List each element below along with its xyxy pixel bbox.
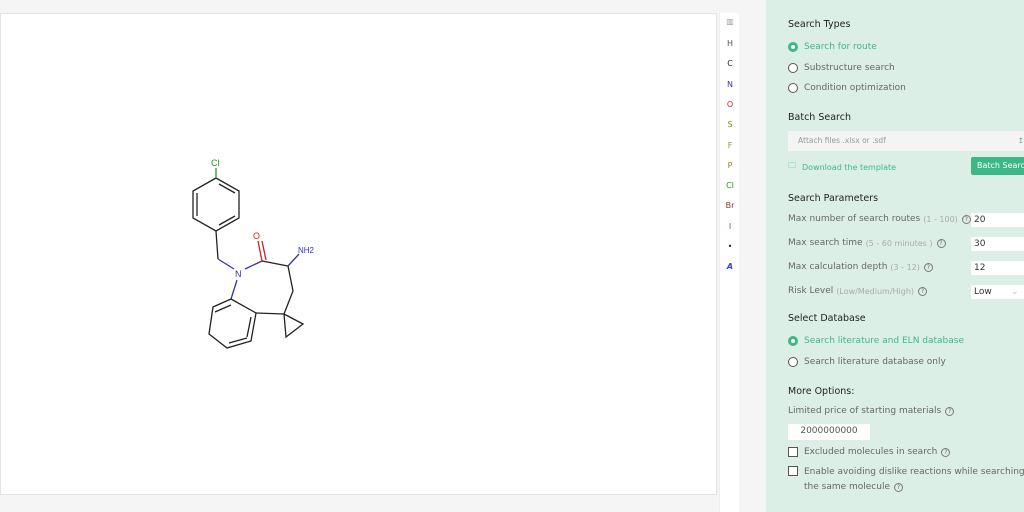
help-icon[interactable]: ? [941, 447, 951, 457]
radio-button[interactable] [788, 356, 798, 367]
excluded-molecules-checkbox[interactable]: Excluded molecules in search? [788, 447, 951, 457]
checkbox[interactable] [788, 447, 798, 457]
param-label: Max calculation depth (3 - 12)? [788, 262, 933, 272]
element-toolbar: ▥ H C N O S F P Cl Br I • A [719, 13, 739, 512]
periodic-table-icon[interactable]: ▥ [720, 17, 740, 26]
atom-n[interactable]: N [235, 269, 242, 279]
element-button-9[interactable]: I [720, 222, 740, 231]
element-button-0[interactable]: H [720, 39, 740, 48]
select-database-title: Select Database [788, 313, 866, 324]
radio-button[interactable] [788, 336, 798, 346]
avoid-label-2: the same molecule [804, 482, 891, 492]
atom-o[interactable]: O [253, 231, 260, 241]
radio-label: Condition optimization [804, 83, 906, 93]
param-label: Max search time (5 - 60 minutes )? [788, 238, 946, 248]
molecule-editor-canvas[interactable]: Cl N O NH2 [0, 13, 717, 495]
element-button-6[interactable]: P [720, 161, 740, 170]
download-template-link[interactable]: 🗀 Download the template [788, 160, 896, 174]
help-icon[interactable]: ? [945, 406, 955, 416]
search-settings-panel: Search Types Search for route Substructur… [766, 0, 1024, 512]
excluded-label: Excluded molecules in search [804, 447, 938, 457]
param-name: Max number of search routes [788, 214, 921, 224]
batch-search-title: Batch Search [788, 112, 851, 123]
radio-button[interactable] [788, 62, 798, 73]
element-button-7[interactable]: Cl [720, 181, 740, 190]
avoid-label: Enable avoiding dislike reactions while … [804, 467, 1024, 477]
element-button-3[interactable]: O [720, 100, 740, 109]
element-button-11[interactable]: A [720, 262, 740, 271]
element-button-2[interactable]: N [720, 80, 740, 89]
avoid-dislike-checkbox[interactable]: Enable avoiding dislike reactions while … [788, 465, 1024, 495]
price-input[interactable]: 2000000000 [788, 424, 870, 440]
molecule-structure[interactable]: Cl N O NH2 [1, 14, 718, 496]
risk-level-select[interactable]: Low ⌄ [971, 285, 1024, 299]
atom-nh2[interactable]: NH2 [298, 246, 315, 255]
param-input[interactable]: 20 [971, 213, 1024, 227]
param-value: Low [974, 287, 992, 297]
param-label: Risk Level (Low/Medium/High)? [788, 286, 928, 296]
attach-file-input[interactable]: Attach files .xlsx or .sdf ↥ [788, 131, 1024, 151]
param-value: 12 [974, 263, 986, 273]
param-input[interactable]: 30 [971, 237, 1024, 251]
param-hint: (3 - 12) [890, 262, 920, 272]
radio-option[interactable]: Search for route [788, 42, 877, 52]
search-parameters-title: Search Parameters [788, 193, 879, 204]
radio-label: Search literature database only [804, 356, 946, 367]
element-button-8[interactable]: Br [720, 201, 740, 210]
param-input[interactable]: 12 [971, 261, 1024, 275]
param-name: Max calculation depth [788, 262, 888, 272]
param-hint: (Low/Medium/High) [836, 286, 915, 296]
element-button-10[interactable]: • [720, 242, 740, 251]
radio-option[interactable]: Search literature database only [788, 356, 946, 367]
search-types-title: Search Types [788, 19, 851, 30]
param-value: 20 [974, 215, 986, 225]
chlorophenyl-ring [192, 177, 240, 232]
radio-label: Search for route [804, 42, 877, 52]
help-icon[interactable]: ? [936, 238, 946, 248]
element-button-4[interactable]: S [720, 120, 740, 129]
help-icon[interactable]: ? [961, 214, 971, 224]
radio-label: Substructure search [804, 62, 895, 73]
param-label: Max number of search routes (1 - 100)? [788, 214, 971, 224]
element-button-1[interactable]: C [720, 59, 740, 68]
upload-icon[interactable]: ↥ [1018, 136, 1024, 145]
more-options-title: More Options: [788, 386, 855, 397]
help-icon[interactable]: ? [894, 483, 904, 492]
param-hint: (5 - 60 minutes ) [865, 238, 933, 248]
chevron-down-icon: ⌄ [1011, 287, 1019, 297]
help-icon[interactable]: ? [923, 262, 933, 272]
folder-icon: 🗀 [788, 161, 796, 170]
param-hint: (1 - 100) [923, 214, 958, 224]
price-label-row: Limited price of starting materials? [788, 406, 955, 416]
atom-cl[interactable]: Cl [211, 158, 220, 168]
param-value: 30 [974, 239, 986, 249]
radio-label: Search literature and ELN database [804, 336, 965, 346]
radio-option[interactable]: Search literature and ELN database [788, 336, 964, 346]
element-button-5[interactable]: F [720, 141, 740, 150]
checkbox[interactable] [788, 466, 798, 476]
param-name: Max search time [788, 238, 863, 248]
batch-search-button[interactable]: Batch Search [971, 157, 1024, 175]
fused-benzene-ring [208, 298, 257, 349]
radio-option[interactable]: Condition optimization [788, 83, 906, 93]
radio-button[interactable] [788, 42, 798, 52]
help-icon[interactable]: ? [918, 286, 928, 296]
radio-option[interactable]: Substructure search [788, 62, 895, 73]
radio-button[interactable] [788, 83, 798, 93]
attach-placeholder: Attach files .xlsx or .sdf [798, 136, 886, 145]
price-label: Limited price of starting materials [788, 406, 942, 416]
param-name: Risk Level [788, 286, 834, 296]
download-label: Download the template [802, 162, 897, 172]
